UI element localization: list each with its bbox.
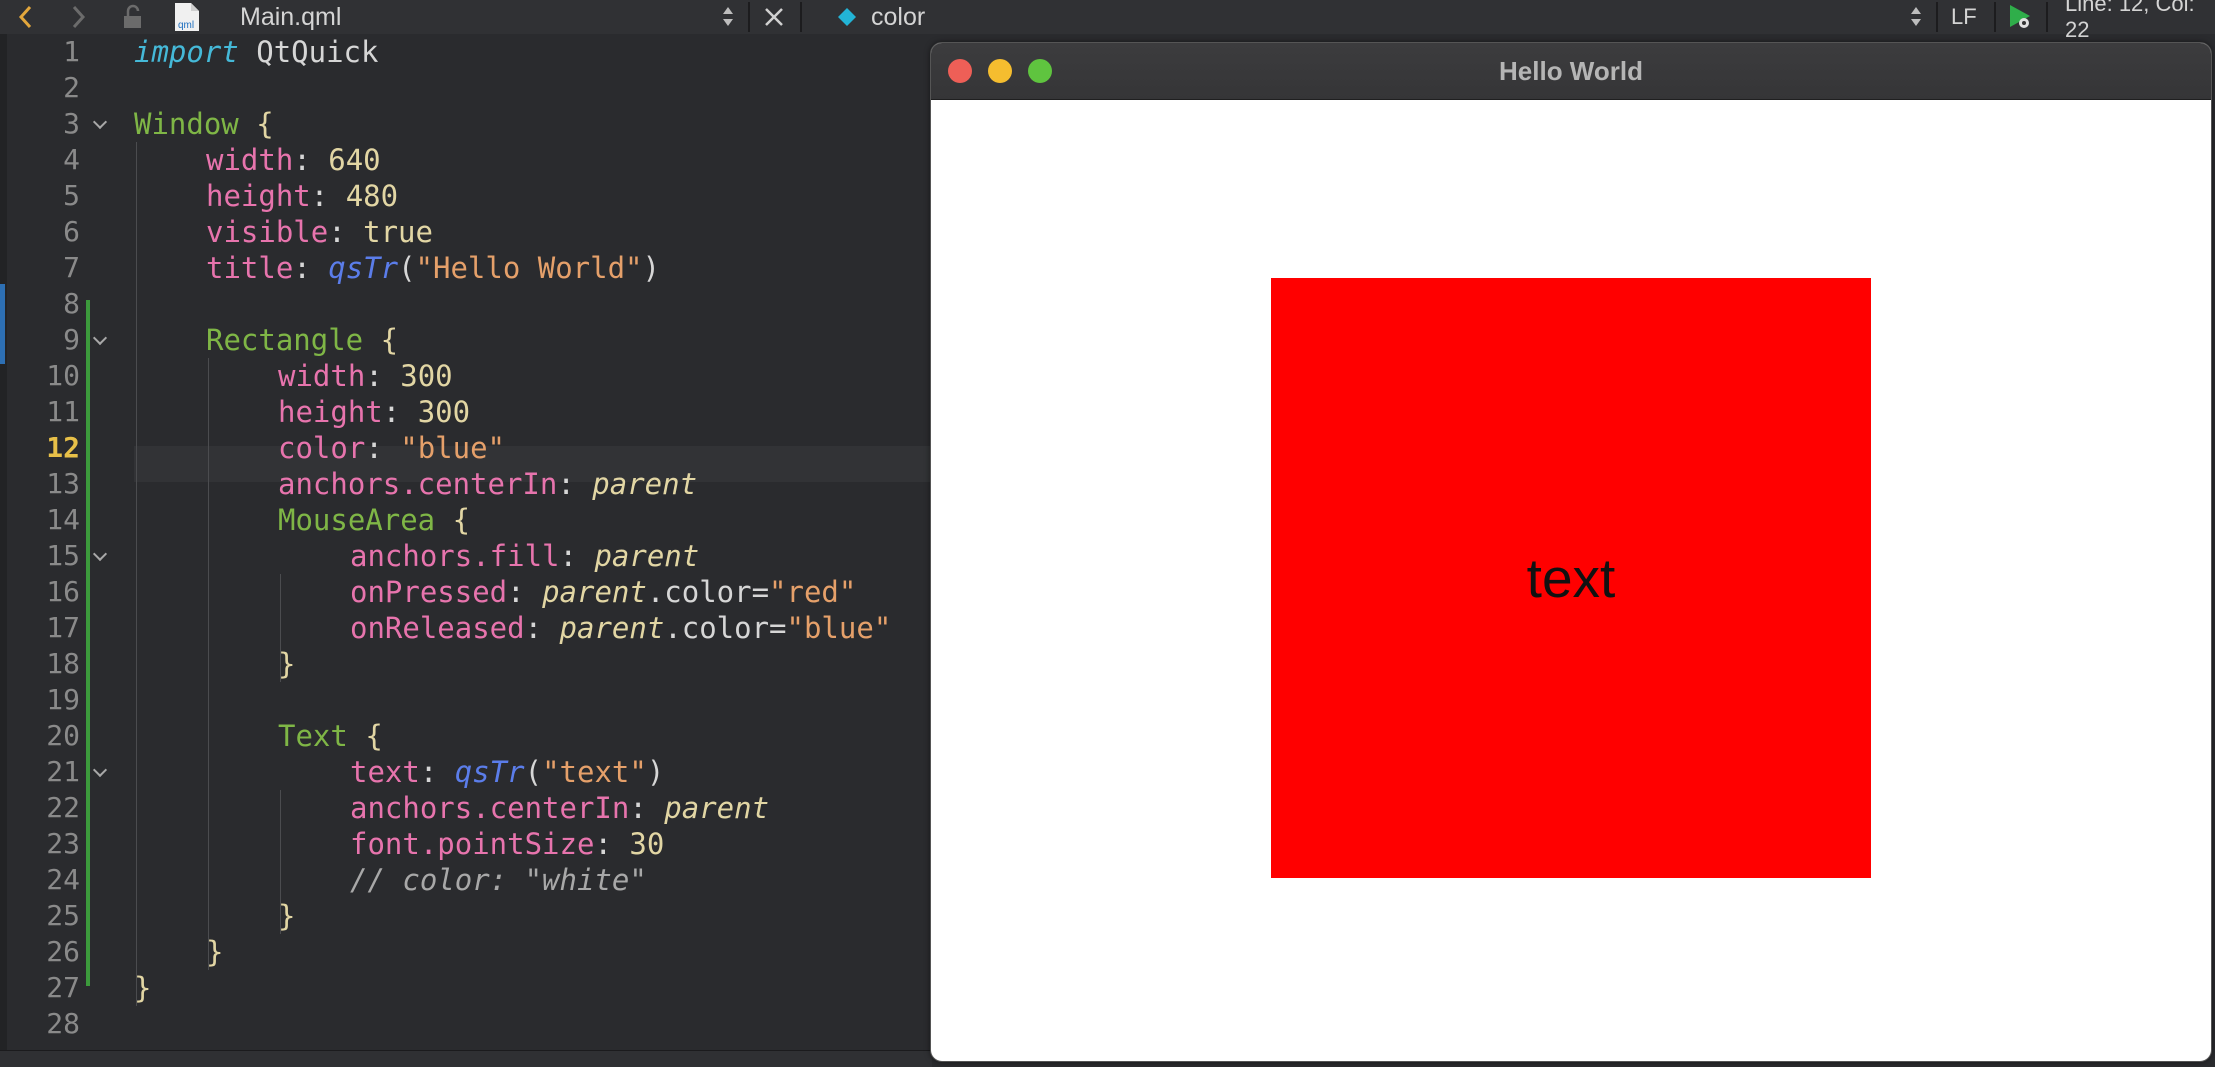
file-name-dropdown[interactable]: Main.qml (240, 0, 341, 34)
code-line: width: 300 (278, 359, 453, 393)
line-number: 5 (63, 179, 80, 212)
rectangle-text: text (1526, 547, 1616, 609)
symbol-dropdown[interactable]: color (871, 0, 925, 34)
code-line: } (206, 935, 224, 969)
line-number: 10 (46, 359, 80, 392)
red-rectangle[interactable]: text (1271, 278, 1871, 878)
line-number: 21 (46, 755, 80, 788)
window-titlebar[interactable]: Hello World (931, 43, 2211, 100)
code-line: onPressed: parent.color="red" (350, 575, 857, 609)
code-line: Window { (134, 107, 274, 141)
file-dropdown-arrows[interactable] (722, 4, 734, 30)
code-line: MouseArea { (278, 503, 471, 537)
close-icon (765, 8, 783, 26)
line-number: 27 (46, 971, 80, 1004)
play-eye-icon (2010, 5, 2030, 28)
code-line: } (278, 899, 296, 933)
code-line: title: qsTr("Hello World") (206, 251, 660, 285)
line-number: 26 (46, 935, 80, 968)
preview-button[interactable] (2006, 0, 2036, 34)
line-number: 8 (63, 287, 80, 320)
code-line: onReleased: parent.color="blue" (350, 611, 892, 645)
code-line: height: 480 (206, 179, 399, 213)
line-number: 24 (46, 863, 80, 896)
fold-chevron-icon[interactable] (92, 538, 110, 574)
cursor-position: Line: 12, Col: 22 (2065, 0, 2195, 42)
symbol-dropdown-arrows[interactable] (1910, 4, 1922, 30)
line-number: 13 (46, 467, 80, 500)
line-number: 2 (63, 71, 80, 104)
code-line: // color: "white" (350, 863, 647, 897)
code-line: visible: true (206, 215, 433, 249)
back-button[interactable] (16, 0, 36, 34)
line-number: 18 (46, 647, 80, 680)
line-number: 11 (46, 395, 80, 428)
line-number: 20 (46, 719, 80, 752)
code-line: font.pointSize: 30 (350, 827, 665, 861)
line-number: 16 (46, 575, 80, 608)
lock-button[interactable] (120, 0, 146, 34)
line-number: 23 (46, 827, 80, 860)
line-ending-selector[interactable]: LF (1951, 0, 1977, 34)
symbol-icon (836, 0, 858, 34)
code-editor[interactable]: 1 2 3 4 5 6 7 8 9 10 11 12 13 14 15 16 1… (0, 34, 932, 1066)
code-line: Rectangle { (206, 323, 399, 357)
svg-text:qml: qml (178, 20, 194, 31)
line-number: 22 (46, 791, 80, 824)
line-number: 19 (46, 683, 80, 716)
chevron-right-icon (72, 5, 86, 29)
editor-toolbar: qml Main.qml color LF Line: 12, Col: 22 (0, 0, 2215, 42)
code-line: anchors.centerIn: parent (278, 467, 698, 501)
code-line: import QtQuick (134, 35, 379, 69)
hello-world-window[interactable]: Hello World text (930, 42, 2212, 1062)
line-number: 15 (46, 539, 80, 572)
line-number: 28 (46, 1007, 80, 1040)
fold-chevron-icon[interactable] (92, 322, 110, 358)
line-number: 6 (63, 215, 80, 248)
code-line: } (278, 647, 296, 681)
code-line: anchors.centerIn: parent (350, 791, 770, 825)
current-line-number: 12 (46, 431, 80, 464)
line-number: 7 (63, 251, 80, 284)
window-title: Hello World (1499, 56, 1643, 86)
modified-lines-marker (86, 300, 90, 986)
close-document-button[interactable] (762, 0, 786, 34)
code-line: height: 300 (278, 395, 471, 429)
line-number: 1 (63, 35, 80, 68)
unlocked-icon (124, 4, 141, 28)
fold-chevron-icon[interactable] (92, 106, 110, 142)
line-number: 3 (63, 107, 80, 140)
line-number: 14 (46, 503, 80, 536)
line-number: 4 (63, 143, 80, 176)
line-number: 17 (46, 611, 80, 644)
code-line: } (134, 971, 152, 1005)
code-line: anchors.fill: parent (350, 539, 700, 573)
fold-chevron-icon[interactable] (92, 754, 110, 790)
line-number: 9 (63, 323, 80, 356)
output-pane-strip (0, 1050, 932, 1067)
qml-file-icon: qml (172, 0, 202, 34)
chevron-left-icon (18, 5, 32, 29)
code-line-current: color: "blue" (278, 431, 505, 465)
code-line: width: 640 (206, 143, 381, 177)
line-number: 25 (46, 899, 80, 932)
code-line: text: qsTr("text") (350, 755, 665, 789)
code-line: Text { (278, 719, 383, 753)
forward-button[interactable] (68, 0, 88, 34)
